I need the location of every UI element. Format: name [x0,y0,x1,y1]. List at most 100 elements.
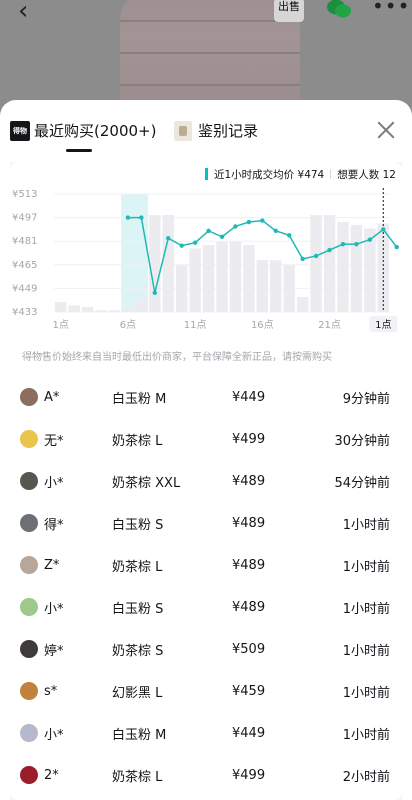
y-tick-label: ¥449 [12,283,37,294]
product-image-background: ‹ 出售 ••• [0,0,412,110]
price-point [327,247,332,253]
purchase-row: Z* 奶茶棕 L ¥489 1小时前 [10,544,402,586]
tab-recent-purchases[interactable]: 得物 最近购买(2000+) [10,120,156,141]
volume-bar [189,248,201,312]
product-spec: 白玉粉 S [112,601,164,617]
active-tab-indicator [66,149,92,152]
price-point [233,224,238,229]
purchase-price: ¥489 [232,557,266,573]
purchase-price: ¥499 [232,767,266,783]
purchase-row: 小* 奶茶棕 XXL ¥489 54分钟前 [10,460,402,502]
product-spec: 白玉粉 M [112,727,167,743]
avatar [20,556,38,574]
avatar [20,766,38,784]
purchase-row: 婷* 奶茶棕 S ¥509 1小时前 [10,628,402,670]
buyer-name: 小* [44,727,64,743]
wechat-icon[interactable] [326,0,352,20]
volume-bar [68,305,80,312]
purchase-time: 1小时前 [342,643,390,659]
buyer-name: 婷* [44,643,64,659]
purchase-row: 无* 奶茶棕 L ¥499 30分钟前 [10,418,402,460]
purchase-row: 得* 白玉粉 S ¥489 1小时前 [10,502,402,544]
volume-bar [81,306,94,312]
price-disclaimer: 得物售价始终来自当时最低出价商家，平台保障全新正品，请按需购买 [22,352,332,363]
product-spec: 奶茶棕 XXL [112,475,181,491]
purchase-time: 1小时前 [342,685,390,701]
purchase-row: A* 白玉粉 M ¥449 9分钟前 [10,376,402,418]
price-point [354,241,359,247]
purchase-row: 2* 奶茶棕 L ¥499 2小时前 [10,754,402,796]
y-tick-label: ¥433 [12,307,37,318]
price-point [300,256,305,262]
price-point [166,236,171,241]
certificate-icon [174,120,192,141]
purchase-price: ¥459 [232,683,266,699]
sell-button[interactable]: 出售 [274,0,304,22]
close-icon[interactable] [374,118,398,142]
y-tick-label: ¥481 [12,236,37,247]
purchase-time: 1小时前 [342,559,390,575]
volume-bar [95,310,107,312]
purchase-list: A* 白玉粉 M ¥449 9分钟前 无* 奶茶棕 L ¥499 30分钟前 小* 奶茶棕 XXL… [10,376,402,796]
price-point [394,244,399,250]
back-button[interactable]: ‹ [18,0,28,26]
more-icon[interactable]: ••• [372,0,410,18]
volume-bar [243,245,255,312]
tab-bar: 得物 最近购买(2000+) 鉴别记录 [0,100,412,162]
price-point [206,228,211,234]
buyer-name: 得* [44,517,64,533]
recent-purchases-sheet: 得物 最近购买(2000+) 鉴别记录 近1小时成交均价 ¥474 想要人数 1… [0,100,412,800]
volume-bar [256,260,269,312]
price-point [260,218,265,223]
avatar [20,514,38,532]
y-tick-label: ¥497 [12,213,37,224]
purchase-time: 30分钟前 [334,433,390,449]
price-point [125,215,131,220]
purchase-time: 1小时前 [342,601,390,617]
purchase-price: ¥499 [232,431,266,447]
purchase-price: ¥489 [232,515,266,531]
buyer-name: s* [44,683,58,699]
y-tick-label: ¥513 [12,189,37,200]
volume-bar [135,296,148,312]
volume-bar [270,260,282,312]
tab-recent-label: 最近购买(2000+) [34,122,157,140]
price-chart: ¥513 ¥497 ¥481 ¥465 ¥449 ¥433 1点 6点 11点 16点 21点 1点 [12,188,399,332]
product-spec: 白玉粉 M [112,391,167,407]
x-tick-label: 1点 [53,319,69,331]
highlight-band [121,194,149,312]
volume-bar [283,265,295,312]
price-point [139,215,144,220]
dewu-logo: 得物 [10,120,30,141]
price-point [192,240,198,245]
price-point [179,243,184,248]
purchase-price: ¥449 [232,389,266,405]
purchase-price: ¥489 [232,599,266,615]
product-spec: 奶茶棕 L [112,559,163,575]
y-tick-label: ¥465 [12,260,37,271]
buyer-name: 2* [44,767,59,783]
price-point [152,290,157,296]
legend-line-marker [205,168,208,180]
avatar [20,724,38,742]
content-card: 近1小时成交均价 ¥474 想要人数 12 ¥513 ¥497 ¥481 ¥465 ¥4… [10,162,402,800]
avatar [20,472,38,490]
volume-bar [216,241,228,312]
volume-bar [296,296,309,312]
x-tick-label: 1点 [375,319,391,331]
avatar [20,388,38,406]
tab-authentication-records[interactable]: 鉴别记录 [174,120,258,141]
x-tick-label: 6点 [120,319,136,331]
product-spec: 奶茶棕 L [112,433,163,449]
volume-bar [323,215,336,312]
avatar [20,640,38,658]
buyer-name: 小* [44,601,64,617]
content-panel: 近1小时成交均价 ¥474 想要人数 12 ¥513 ¥497 ¥481 ¥465 ¥4… [10,162,402,800]
x-tick-label: 11点 [184,319,207,331]
purchase-row: 小* 白玉粉 M ¥449 1小时前 [10,712,402,754]
buyer-name: 无* [44,433,64,449]
purchase-time: 1小时前 [342,517,390,533]
product-spec: 幻影黑 L [112,685,163,701]
volume-bar [337,221,349,312]
price-point [313,253,319,259]
